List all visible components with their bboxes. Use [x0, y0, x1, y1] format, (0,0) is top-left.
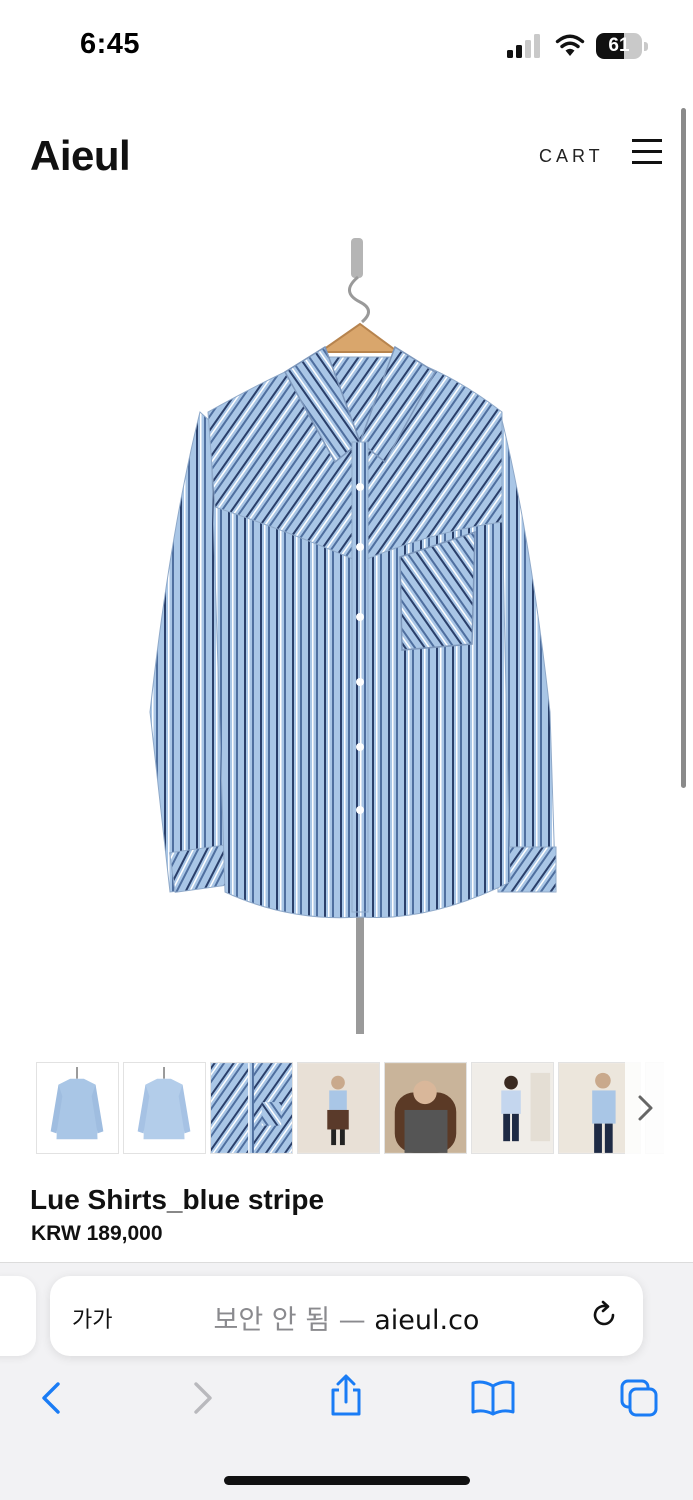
- home-indicator: [224, 1476, 470, 1485]
- battery-icon: 61: [596, 33, 648, 59]
- thumbnail-next-arrow[interactable]: [625, 1062, 664, 1154]
- site-header: Aieul CART: [0, 120, 693, 190]
- shirt-detail-thumbnail[interactable]: [210, 1062, 293, 1154]
- status-time: 6:45: [80, 28, 141, 60]
- model-seated-thumbnail[interactable]: [384, 1062, 467, 1154]
- thumbnail-strip: [36, 1062, 664, 1154]
- model-full-thumbnail[interactable]: [297, 1062, 380, 1154]
- address-bar[interactable]: 가가 보안 안 됨 — aieul.co: [50, 1276, 643, 1356]
- chevron-right-icon: [638, 1095, 652, 1121]
- cart-link[interactable]: CART: [539, 146, 604, 167]
- battery-percentage: 61: [608, 35, 630, 56]
- forward-icon[interactable]: [182, 1378, 222, 1418]
- page-scrollbar[interactable]: [681, 108, 686, 788]
- address-domain: aieul.co: [374, 1305, 480, 1336]
- hamburger-menu-icon[interactable]: [632, 137, 664, 169]
- share-icon[interactable]: [326, 1374, 366, 1418]
- previous-tab-card[interactable]: [0, 1276, 36, 1356]
- cellular-signal-icon: [507, 34, 540, 58]
- status-bar: 6:45 61: [0, 0, 693, 92]
- shirt-back-thumbnail[interactable]: [123, 1062, 206, 1154]
- product-image[interactable]: [130, 232, 570, 1040]
- address-text[interactable]: 보안 안 됨 — aieul.co: [50, 1298, 643, 1337]
- brand-logo[interactable]: Aieul: [30, 132, 131, 180]
- product-price: KRW 189,000: [31, 1222, 163, 1245]
- back-icon[interactable]: [32, 1378, 72, 1418]
- address-security-warning: 보안 안 됨 —: [213, 1305, 366, 1336]
- bookmarks-icon[interactable]: [470, 1378, 516, 1418]
- shirt-front-thumbnail[interactable]: [36, 1062, 119, 1154]
- reload-icon[interactable]: [588, 1299, 620, 1331]
- model-back-thumbnail[interactable]: [471, 1062, 554, 1154]
- wifi-icon: [555, 34, 585, 56]
- tabs-icon[interactable]: [619, 1378, 659, 1418]
- product-name: Lue Shirts_blue stripe: [30, 1184, 325, 1215]
